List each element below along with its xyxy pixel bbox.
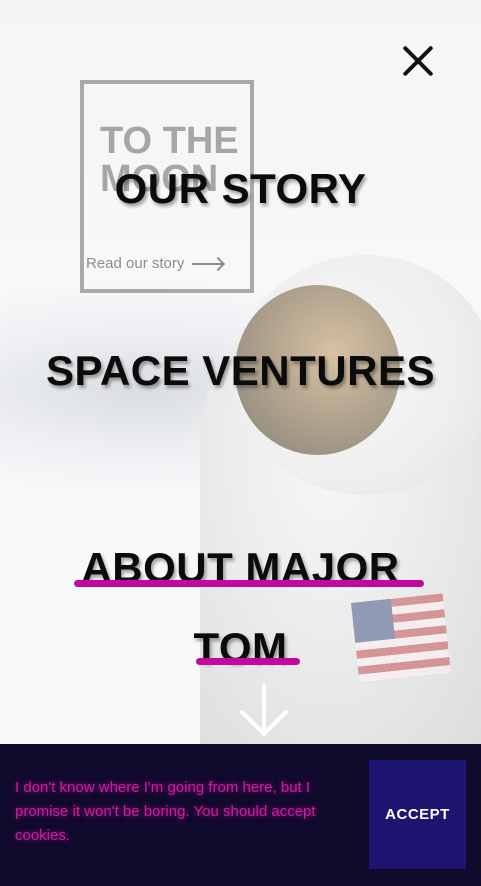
- nav-item-about-line2: TOM: [193, 624, 288, 671]
- nav-item-our-story[interactable]: OUR STORY: [0, 164, 481, 214]
- close-icon[interactable]: [396, 40, 440, 84]
- read-story-link[interactable]: Read our story: [86, 255, 223, 272]
- nav-item-about-line1: ABOUT MAJOR: [81, 544, 400, 591]
- arrow-right-icon: [192, 262, 223, 265]
- accept-cookies-button[interactable]: ACCEPT: [369, 760, 466, 869]
- arrow-down-icon[interactable]: [238, 684, 290, 740]
- active-underline: [196, 658, 300, 665]
- active-underline: [74, 580, 424, 587]
- nav-item-space-ventures[interactable]: SPACE VENTURES: [0, 346, 481, 396]
- cookie-message: I don't know where I'm going from here, …: [15, 779, 316, 844]
- read-story-label: Read our story: [86, 255, 185, 272]
